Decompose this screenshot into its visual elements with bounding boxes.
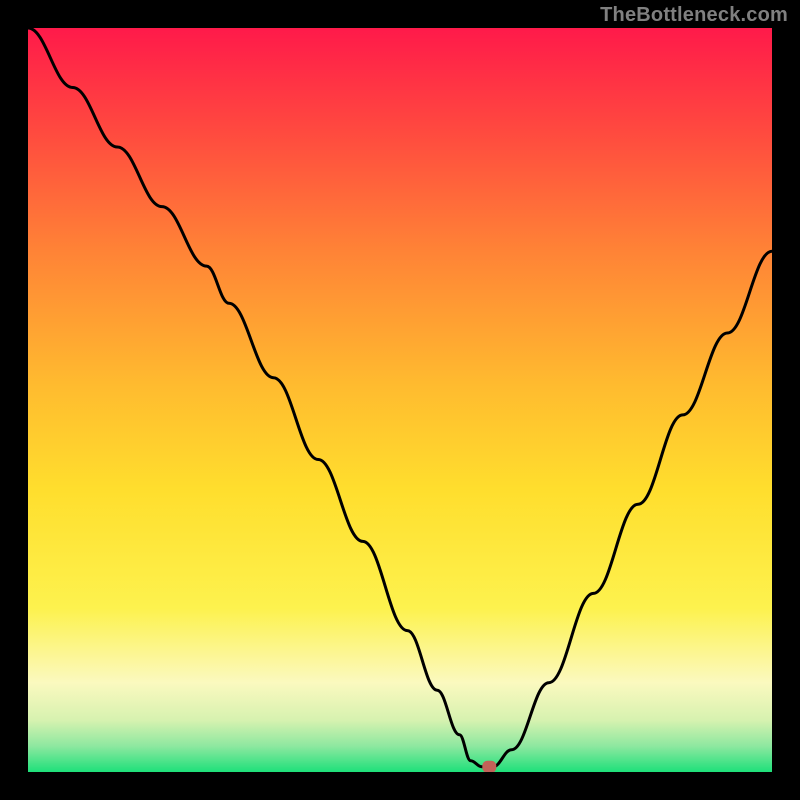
plot-area <box>28 28 772 772</box>
optimal-point-marker <box>482 761 496 772</box>
gradient-background <box>28 28 772 772</box>
watermark-text: TheBottleneck.com <box>600 4 788 27</box>
bottleneck-chart <box>28 28 772 772</box>
chart-frame: TheBottleneck.com <box>0 0 800 800</box>
